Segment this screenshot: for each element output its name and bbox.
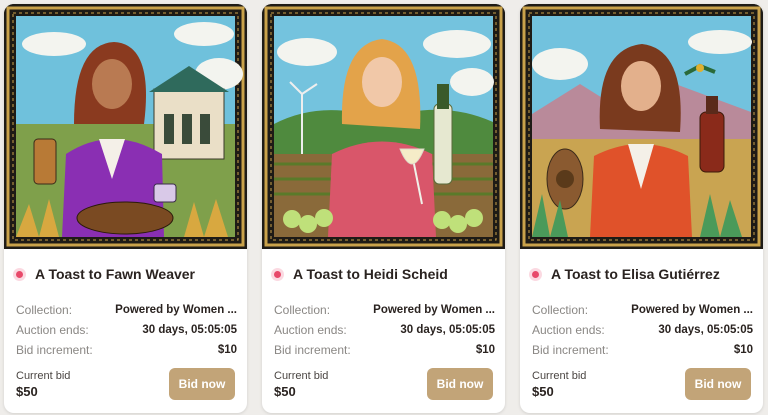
nft-card[interactable]: A Toast to Fawn Weaver Collection: Power… [4, 4, 247, 413]
bid-increment-row: Bid increment: $10 [532, 340, 753, 360]
current-bid-value: $50 [532, 384, 554, 399]
bid-now-button[interactable]: Bid now [169, 368, 235, 400]
bid-increment-row: Bid increment: $10 [274, 340, 495, 360]
collection-value: Powered by Women ... [115, 304, 237, 316]
bid-now-button[interactable]: Bid now [427, 368, 493, 400]
collection-row: Collection: Powered by Women ... [274, 300, 495, 320]
auction-ends-row: Auction ends: 30 days, 05:05:05 [532, 320, 753, 340]
collection-value: Powered by Women ... [373, 304, 495, 316]
nft-card[interactable]: A Toast to Elisa Gutiérrez Collection: P… [520, 4, 763, 413]
current-bid-value: $50 [16, 384, 38, 399]
current-bid-label: Current bid [274, 370, 329, 382]
bid-increment-label: Bid increment: [532, 343, 609, 357]
bid-increment-label: Bid increment: [274, 343, 351, 357]
bid-increment-value: $10 [475, 344, 495, 356]
auction-ends-label: Auction ends: [274, 323, 347, 337]
auction-ends-row: Auction ends: 30 days, 05:05:05 [16, 320, 237, 340]
auction-ends-value: 30 days, 05:05:05 [142, 324, 237, 336]
artwork-image[interactable] [520, 4, 763, 249]
collection-label: Collection: [16, 303, 73, 317]
bid-increment-value: $10 [733, 344, 753, 356]
current-bid-value: $50 [274, 384, 296, 399]
auction-ends-value: 30 days, 05:05:05 [658, 324, 753, 336]
collection-value: Powered by Women ... [631, 304, 753, 316]
nft-card[interactable]: A Toast to Heidi Scheid Collection: Powe… [262, 4, 505, 413]
card-title[interactable]: A Toast to Fawn Weaver [35, 266, 195, 282]
card-title[interactable]: A Toast to Heidi Scheid [293, 266, 448, 282]
bid-increment-label: Bid increment: [16, 343, 93, 357]
collection-row: Collection: Powered by Women ... [16, 300, 237, 320]
live-status-dot [532, 270, 539, 278]
artwork-image[interactable] [4, 4, 247, 249]
auction-ends-row: Auction ends: 30 days, 05:05:05 [274, 320, 495, 340]
bid-increment-row: Bid increment: $10 [16, 340, 237, 360]
bid-increment-value: $10 [217, 344, 237, 356]
auction-ends-label: Auction ends: [16, 323, 89, 337]
live-status-dot [16, 270, 23, 278]
auction-ends-value: 30 days, 05:05:05 [400, 324, 495, 336]
collection-label: Collection: [532, 303, 589, 317]
current-bid-label: Current bid [532, 370, 587, 382]
live-status-dot [274, 270, 281, 278]
collection-row: Collection: Powered by Women ... [532, 300, 753, 320]
current-bid-label: Current bid [16, 370, 71, 382]
collection-label: Collection: [274, 303, 331, 317]
auction-ends-label: Auction ends: [532, 323, 605, 337]
artwork-image[interactable] [262, 4, 505, 249]
card-title[interactable]: A Toast to Elisa Gutiérrez [551, 266, 720, 282]
bid-now-button[interactable]: Bid now [685, 368, 751, 400]
